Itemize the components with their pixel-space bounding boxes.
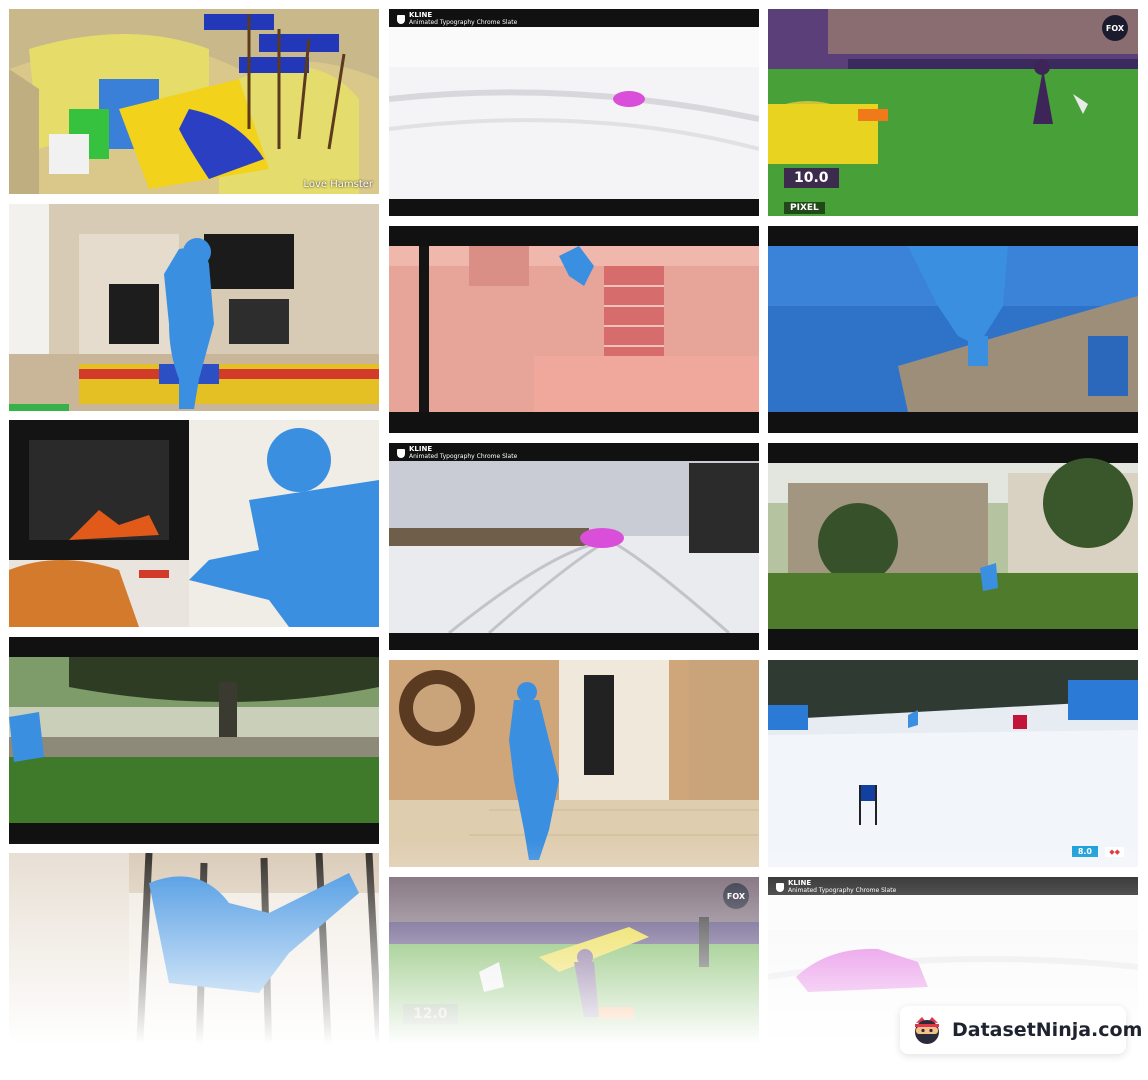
kline-logo: KLINE Animated Typography Chrome Slate xyxy=(397,12,517,26)
country-flag-icon: ◆◆ xyxy=(1105,847,1124,857)
tile-parkour-wall xyxy=(768,226,1138,433)
score-display: 12.0 xyxy=(403,1004,458,1024)
tile-snow-car: KLINE Animated Typography Chrome Slate xyxy=(389,443,759,650)
score-label: PIXEL xyxy=(784,202,825,214)
tile-dog-agility: FOX 10.0 PIXEL xyxy=(768,9,1138,216)
tile-garden-pavilion xyxy=(9,637,379,844)
tile-garden-runner xyxy=(768,443,1138,650)
dataset-ninja-watermark: DatasetNinja.com xyxy=(900,1006,1142,1054)
tile-hallway xyxy=(389,660,759,867)
watermark-text: DatasetNinja.com xyxy=(952,1019,1143,1041)
tile-hamster-maze: Love Hamster xyxy=(9,9,379,194)
tile-caption: Love Hamster xyxy=(303,179,373,190)
ninja-logo-icon xyxy=(912,1015,942,1045)
score-display: 10.0 xyxy=(784,168,839,188)
shield-icon xyxy=(397,448,405,458)
tile-pink-building xyxy=(389,226,759,433)
tile-stair-railing xyxy=(9,853,379,1060)
image-grid: Love Hamster KLINE Animated Typography Ch… xyxy=(0,0,1148,1080)
tile-fireplace-cat xyxy=(9,420,379,627)
tile-dog-agility: FOX 12.0 xyxy=(389,877,759,1060)
tile-ski-slope: 8.0 ◆◆ xyxy=(768,660,1138,867)
ski-timer: 8.0 xyxy=(1071,846,1098,857)
fox-logo: FOX xyxy=(1102,15,1128,41)
fox-logo: FOX xyxy=(723,883,749,909)
shield-icon xyxy=(776,882,784,892)
tile-snow-car: KLINE Animated Typography Chrome Slate xyxy=(389,9,759,216)
kline-logo: KLINE Animated Typography Chrome Slate xyxy=(397,446,517,460)
kline-logo: KLINE Animated Typography Chrome Slate xyxy=(776,880,896,894)
tile-living-room xyxy=(9,204,379,411)
shield-icon xyxy=(397,14,405,24)
